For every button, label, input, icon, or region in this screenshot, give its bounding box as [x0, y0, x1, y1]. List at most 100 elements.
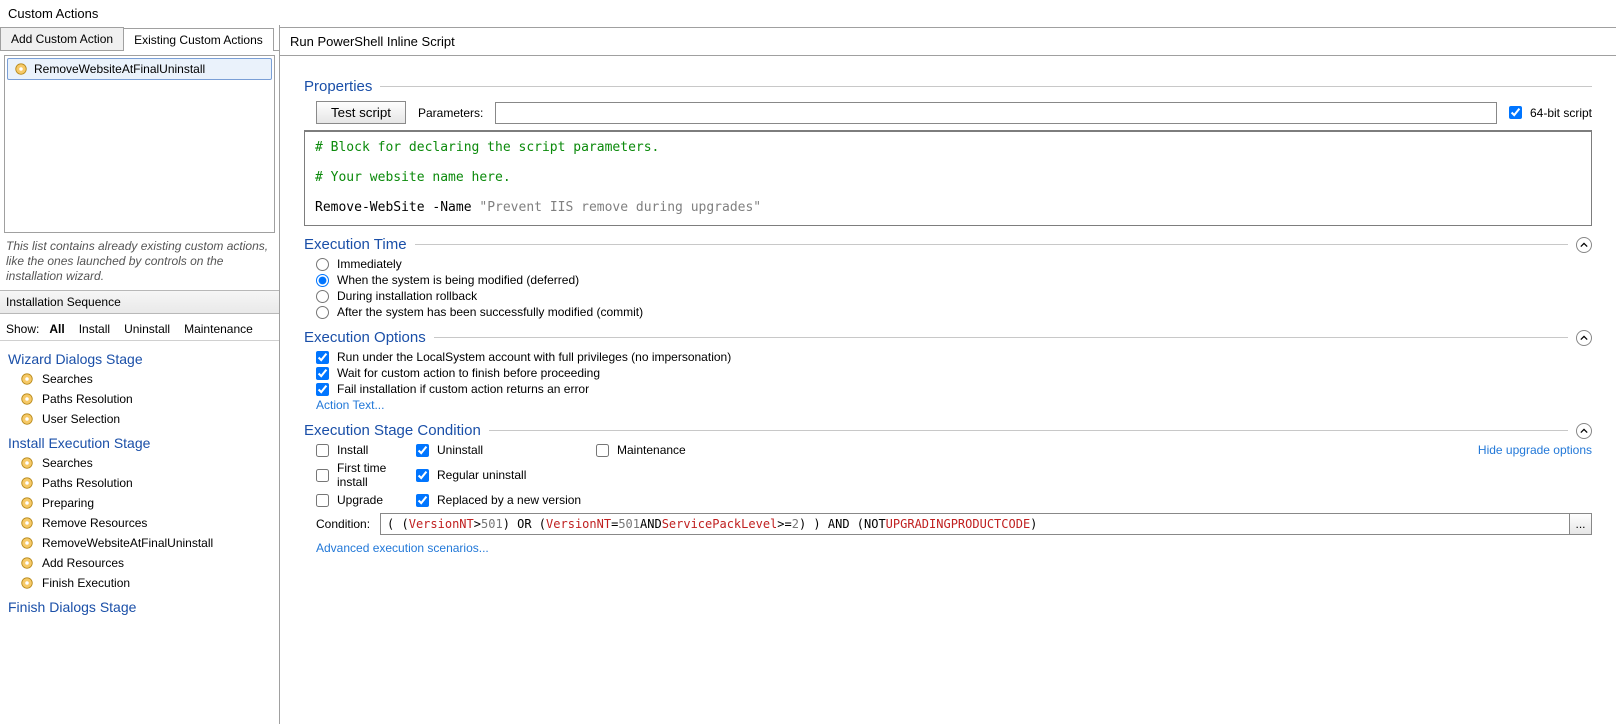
list-item[interactable]: Searches: [0, 453, 279, 473]
chk-install-label: Install: [337, 443, 368, 457]
list-item[interactable]: Remove Resources: [0, 513, 279, 533]
condition-input[interactable]: ( (VersionNT > 501) OR (VersionNT = 501 …: [381, 514, 1569, 534]
chk-wait-label: Wait for custom action to finish before …: [337, 366, 600, 380]
gear-icon: [20, 516, 34, 530]
chk-first-time-install[interactable]: [316, 469, 329, 482]
gear-icon: [20, 536, 34, 550]
radio-rollback-label: During installation rollback: [337, 289, 477, 303]
advanced-scenarios-link[interactable]: Advanced execution scenarios...: [316, 541, 489, 555]
section-properties: Properties: [304, 78, 1592, 95]
list-item[interactable]: RemoveWebsiteAtFinalUninstall: [0, 533, 279, 553]
filter-all[interactable]: All: [49, 322, 64, 336]
condition-label: Condition:: [316, 517, 370, 531]
bit64-label: 64-bit script: [1530, 106, 1592, 120]
list-item-label: Remove Resources: [42, 516, 147, 530]
section-execution-time-label: Execution Time: [304, 236, 407, 253]
script-comment-1: # Block for declaring the script paramet…: [315, 140, 659, 155]
list-item[interactable]: Preparing: [0, 493, 279, 513]
section-stage-condition: Execution Stage Condition: [304, 422, 1592, 439]
list-item-label: Paths Resolution: [42, 476, 133, 490]
collapse-execution-time[interactable]: [1576, 237, 1592, 253]
collapse-execution-options[interactable]: [1576, 330, 1592, 346]
chk-regular-uninstall[interactable]: [416, 469, 429, 482]
script-string: "Prevent IIS remove during upgrades": [479, 200, 761, 215]
list-item-label: Add Resources: [42, 556, 124, 570]
collapse-stage-condition[interactable]: [1576, 423, 1592, 439]
gear-icon: [20, 476, 34, 490]
installation-sequence-header: Installation Sequence: [0, 290, 279, 314]
gear-icon: [20, 496, 34, 510]
list-item-label: Preparing: [42, 496, 94, 510]
action-text-link[interactable]: Action Text...: [316, 398, 384, 412]
list-item-label: Paths Resolution: [42, 392, 133, 406]
chk-fail-label: Fail installation if custom action retur…: [337, 382, 589, 396]
show-label: Show:: [6, 322, 39, 336]
chk-upgrade-label: Upgrade: [337, 493, 383, 507]
radio-rollback[interactable]: [316, 290, 329, 303]
chk-upgrade[interactable]: [316, 494, 329, 507]
list-item[interactable]: Paths Resolution: [0, 473, 279, 493]
stage-finish-dialogs[interactable]: Finish Dialogs Stage: [0, 593, 279, 617]
chk-local-system[interactable]: [316, 351, 329, 364]
list-item[interactable]: Finish Execution: [0, 573, 279, 593]
list-item[interactable]: Add Resources: [0, 553, 279, 573]
gear-icon: [20, 372, 34, 386]
filter-uninstall[interactable]: Uninstall: [124, 322, 170, 336]
radio-commit[interactable]: [316, 306, 329, 319]
section-execution-options-label: Execution Options: [304, 329, 426, 346]
left-panel: Add Custom Action Existing Custom Action…: [0, 25, 280, 724]
condition-browse-button[interactable]: ...: [1569, 514, 1591, 534]
sequence-tree[interactable]: Wizard Dialogs Stage Searches Paths Resol…: [0, 341, 279, 724]
chk-uninstall[interactable]: [416, 444, 429, 457]
sequence-filter: Show: All Install Uninstall Maintenance: [0, 314, 279, 341]
gear-icon: [20, 412, 34, 426]
tab-existing-custom-actions[interactable]: Existing Custom Actions: [123, 28, 274, 51]
list-item[interactable]: User Selection: [0, 409, 279, 429]
list-item[interactable]: Searches: [0, 369, 279, 389]
list-item-label: User Selection: [42, 412, 120, 426]
section-execution-time: Execution Time: [304, 236, 1592, 253]
script-command: Remove-WebSite -Name: [315, 200, 479, 215]
tab-add-custom-action[interactable]: Add Custom Action: [0, 27, 124, 50]
bit64-checkbox[interactable]: [1509, 106, 1522, 119]
section-stage-condition-label: Execution Stage Condition: [304, 422, 481, 439]
custom-action-hint: This list contains already existing cust…: [0, 237, 279, 290]
list-item-label: Searches: [42, 372, 93, 386]
right-panel: Run PowerShell Inline Script Properties …: [280, 25, 1616, 724]
script-editor[interactable]: # Block for declaring the script paramet…: [304, 130, 1592, 226]
list-item-label: RemoveWebsiteAtFinalUninstall: [42, 536, 213, 550]
chk-local-system-label: Run under the LocalSystem account with f…: [337, 350, 731, 364]
gear-icon: [20, 392, 34, 406]
list-item[interactable]: RemoveWebsiteAtFinalUninstall: [7, 58, 272, 80]
page-title: Custom Actions: [0, 0, 1616, 25]
chk-wait[interactable]: [316, 367, 329, 380]
section-properties-label: Properties: [304, 78, 372, 95]
chk-fail[interactable]: [316, 383, 329, 396]
gear-icon: [20, 456, 34, 470]
chk-maintenance[interactable]: [596, 444, 609, 457]
custom-action-list: RemoveWebsiteAtFinalUninstall: [0, 51, 279, 237]
test-script-button[interactable]: Test script: [316, 101, 406, 124]
stage-install-execution[interactable]: Install Execution Stage: [0, 429, 279, 453]
radio-deferred-label: When the system is being modified (defer…: [337, 273, 579, 287]
list-item-label: RemoveWebsiteAtFinalUninstall: [34, 62, 205, 76]
chk-first-time-install-label: First time install: [337, 461, 416, 489]
hide-upgrade-options-link[interactable]: Hide upgrade options: [1478, 443, 1592, 457]
radio-commit-label: After the system has been successfully m…: [337, 305, 643, 319]
list-item-label: Finish Execution: [42, 576, 130, 590]
stage-wizard-dialogs[interactable]: Wizard Dialogs Stage: [0, 345, 279, 369]
filter-install[interactable]: Install: [79, 322, 110, 336]
chk-replaced[interactable]: [416, 494, 429, 507]
list-item-label: Searches: [42, 456, 93, 470]
filter-maintenance[interactable]: Maintenance: [184, 322, 253, 336]
chk-install[interactable]: [316, 444, 329, 457]
list-item[interactable]: Paths Resolution: [0, 389, 279, 409]
parameters-input[interactable]: [495, 102, 1497, 124]
custom-action-listbox[interactable]: RemoveWebsiteAtFinalUninstall: [4, 55, 275, 233]
radio-deferred[interactable]: [316, 274, 329, 287]
chk-regular-uninstall-label: Regular uninstall: [437, 468, 526, 482]
radio-immediately[interactable]: [316, 258, 329, 271]
radio-immediately-label: Immediately: [337, 257, 402, 271]
parameters-label: Parameters:: [418, 106, 483, 120]
chk-maintenance-label: Maintenance: [617, 443, 686, 457]
